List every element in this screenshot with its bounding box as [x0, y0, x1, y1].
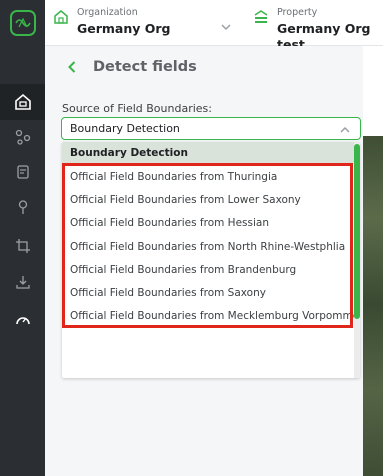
chevron-left-icon	[68, 61, 76, 73]
panel-title: Detect fields	[93, 59, 197, 75]
notes-icon	[16, 165, 29, 179]
scrollbar-thumb[interactable]	[354, 144, 360, 319]
sidebar-item-notes[interactable]	[0, 154, 45, 190]
source-field-label: Source of Field Boundaries:	[62, 102, 212, 115]
sidebar-item-download[interactable]	[0, 264, 45, 300]
share-nodes-icon	[15, 129, 30, 145]
download-icon	[15, 276, 30, 289]
sidebar-item-network[interactable]	[0, 119, 45, 155]
logo-icon	[9, 10, 36, 36]
panel-header: Detect fields	[45, 46, 363, 88]
sidebar-item-gauge[interactable]	[0, 302, 45, 338]
dropdown-option[interactable]: Official Field Boundaries from Thuringia	[62, 165, 360, 188]
dropdown-scrollbar[interactable]	[354, 142, 360, 378]
dropdown-option[interactable]: Official Field Boundaries from Mecklembu…	[62, 305, 360, 328]
chevron-down-icon[interactable]	[221, 16, 231, 35]
crop-icon	[15, 239, 30, 253]
dropdown-option[interactable]: Official Field Boundaries from Hessian	[62, 212, 360, 235]
dropdown-option[interactable]: Official Field Boundaries from Saxony	[62, 281, 360, 304]
source-select-value: Boundary Detection	[70, 122, 180, 135]
source-dropdown-list: Boundary Detection Official Field Bounda…	[62, 142, 360, 378]
gauge-icon	[15, 317, 30, 325]
detect-fields-panel: Detect fields Source of Field Boundaries…	[45, 46, 363, 476]
dropdown-option[interactable]: Official Field Boundaries from North Rhi…	[62, 235, 360, 258]
sidebar-item-property[interactable]	[0, 84, 45, 120]
sidebar-item-crop[interactable]	[0, 228, 45, 264]
dropdown-option[interactable]: Boundary Detection	[62, 142, 360, 164]
sidebar-item-location[interactable]	[0, 189, 45, 225]
property-label: Property	[277, 7, 318, 18]
property-icon	[253, 9, 269, 29]
back-button[interactable]	[51, 46, 93, 88]
dropdown-option[interactable]: Official Field Boundaries from Lower Sax…	[62, 188, 360, 211]
house-icon	[14, 93, 31, 110]
chevron-up-icon	[340, 123, 350, 136]
organization-selector[interactable]: Organization Germany Org	[53, 6, 171, 37]
organization-label: Organization	[77, 7, 138, 18]
dropdown-option[interactable]: Official Field Boundaries from Brandenbu…	[62, 258, 360, 281]
app-logo[interactable]	[0, 0, 45, 46]
organization-icon	[53, 9, 69, 29]
map-top-blank	[363, 46, 383, 136]
organization-name: Germany Org	[77, 21, 171, 36]
source-select[interactable]: Boundary Detection	[61, 117, 361, 140]
top-header: Organization Germany Org Property German…	[45, 0, 383, 52]
pin-icon	[18, 200, 27, 214]
